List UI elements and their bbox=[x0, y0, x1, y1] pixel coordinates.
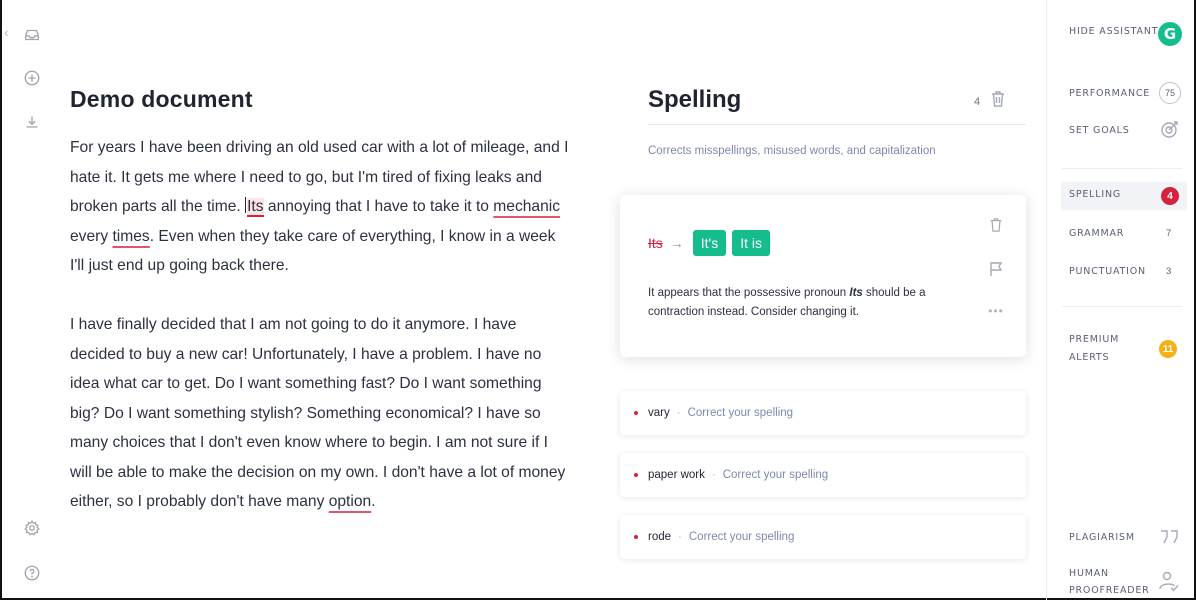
human-proofreader-label[interactable]: HUMAN bbox=[1069, 568, 1109, 579]
divider bbox=[1062, 168, 1182, 169]
performance-button[interactable]: PERFORMANCE bbox=[1069, 88, 1150, 99]
text: It appears that the possessive pronoun bbox=[648, 287, 850, 299]
card-actions: ••• bbox=[986, 217, 1006, 349]
alert-word: rode bbox=[648, 531, 672, 543]
divider bbox=[648, 124, 1026, 125]
error-dot bbox=[634, 535, 638, 539]
separator: · bbox=[678, 531, 682, 543]
grammarly-logo-icon[interactable]: G bbox=[1158, 22, 1182, 46]
hide-assistant-button[interactable]: HIDE ASSISTANT bbox=[1069, 26, 1158, 37]
premium-alerts-label[interactable]: PREMIUM bbox=[1069, 334, 1119, 345]
paragraph[interactable]: For years I have been driving an old use… bbox=[70, 133, 570, 281]
text: . bbox=[371, 493, 376, 510]
alert-item[interactable]: vary · Correct your spelling bbox=[620, 391, 1026, 435]
suggestion-row: Its → It's It is bbox=[648, 230, 776, 256]
premium-alerts-label[interactable]: ALERTS bbox=[1069, 352, 1109, 363]
inbox-icon[interactable] bbox=[22, 25, 42, 45]
error-word-its[interactable]: Its bbox=[247, 198, 264, 217]
sidebar-item-grammar[interactable]: GRAMMAR bbox=[1069, 228, 1124, 239]
separator: · bbox=[676, 407, 681, 419]
error-word-mechanic[interactable]: mechanic bbox=[493, 198, 560, 215]
grammar-count: 7 bbox=[1166, 228, 1172, 239]
arrow-icon: → bbox=[669, 235, 684, 251]
error-dot bbox=[634, 473, 638, 477]
error-word-times[interactable]: times bbox=[112, 228, 149, 245]
divider bbox=[1062, 306, 1182, 307]
alert-item[interactable]: paper work · Correct your spelling bbox=[620, 453, 1026, 497]
plus-circle-icon[interactable] bbox=[22, 68, 42, 88]
set-goals-button[interactable]: SET GOALS bbox=[1069, 125, 1130, 136]
suggestion-button[interactable]: It is bbox=[732, 230, 771, 256]
suggestion-card[interactable]: Its → It's It is It appears that the pos… bbox=[620, 195, 1026, 357]
text: annoying that I have to take it to bbox=[263, 198, 494, 215]
alert-item[interactable]: rode · Correct your spelling bbox=[620, 515, 1026, 559]
alert-hint: Correct your spelling bbox=[687, 407, 794, 419]
sidebar-label-spelling: SPELLING bbox=[1069, 189, 1122, 200]
original-word: Its bbox=[648, 235, 663, 251]
alert-hint: Correct your spelling bbox=[688, 531, 795, 543]
punctuation-count: 3 bbox=[1166, 266, 1172, 277]
trash-icon[interactable] bbox=[990, 90, 1006, 113]
plagiarism-button[interactable]: PLAGIARISM bbox=[1069, 532, 1135, 543]
left-rail: ‹ bbox=[0, 0, 60, 600]
human-proofreader-label[interactable]: PROOFREADER bbox=[1069, 585, 1150, 596]
error-word-option[interactable]: option bbox=[329, 493, 372, 510]
spelling-count-badge: 4 bbox=[1161, 187, 1179, 205]
alert-word: vary bbox=[648, 407, 670, 419]
more-icon[interactable]: ••• bbox=[986, 305, 1006, 349]
settings-icon[interactable] bbox=[22, 518, 42, 538]
text-cursor bbox=[245, 197, 247, 213]
chevron-left-icon[interactable]: ‹ bbox=[4, 24, 9, 40]
trash-icon[interactable] bbox=[986, 217, 1006, 261]
download-icon[interactable] bbox=[22, 112, 42, 132]
emphasis: Its bbox=[849, 287, 863, 299]
premium-count-badge: 11 bbox=[1159, 340, 1177, 358]
suggestion-button[interactable]: It's bbox=[692, 230, 727, 256]
person-check-icon[interactable] bbox=[1158, 570, 1180, 597]
panel-title: Spelling bbox=[648, 86, 742, 113]
suggestion-description: It appears that the possessive pronoun I… bbox=[648, 284, 958, 322]
alert-hint: Correct your spelling bbox=[722, 469, 829, 481]
text: I have finally decided that I am not goi… bbox=[70, 316, 566, 510]
alert-count: 4 bbox=[974, 96, 981, 108]
quote-icon[interactable] bbox=[1159, 528, 1179, 551]
alert-word: paper work bbox=[648, 469, 705, 481]
document-editor[interactable]: For years I have been driving an old use… bbox=[70, 133, 570, 546]
paragraph[interactable]: I have finally decided that I am not goi… bbox=[70, 310, 570, 517]
panel-subtitle: Corrects misspellings, misused words, an… bbox=[648, 145, 936, 157]
help-icon[interactable] bbox=[22, 563, 42, 583]
flag-icon[interactable] bbox=[986, 261, 1006, 305]
separator: · bbox=[711, 469, 716, 481]
text: every bbox=[70, 227, 113, 245]
sidebar-item-punctuation[interactable]: PUNCTUATION bbox=[1069, 266, 1146, 277]
error-dot bbox=[634, 411, 638, 415]
document-title[interactable]: Demo document bbox=[70, 86, 253, 113]
target-icon[interactable] bbox=[1159, 118, 1181, 145]
performance-score: 75 bbox=[1159, 82, 1181, 104]
